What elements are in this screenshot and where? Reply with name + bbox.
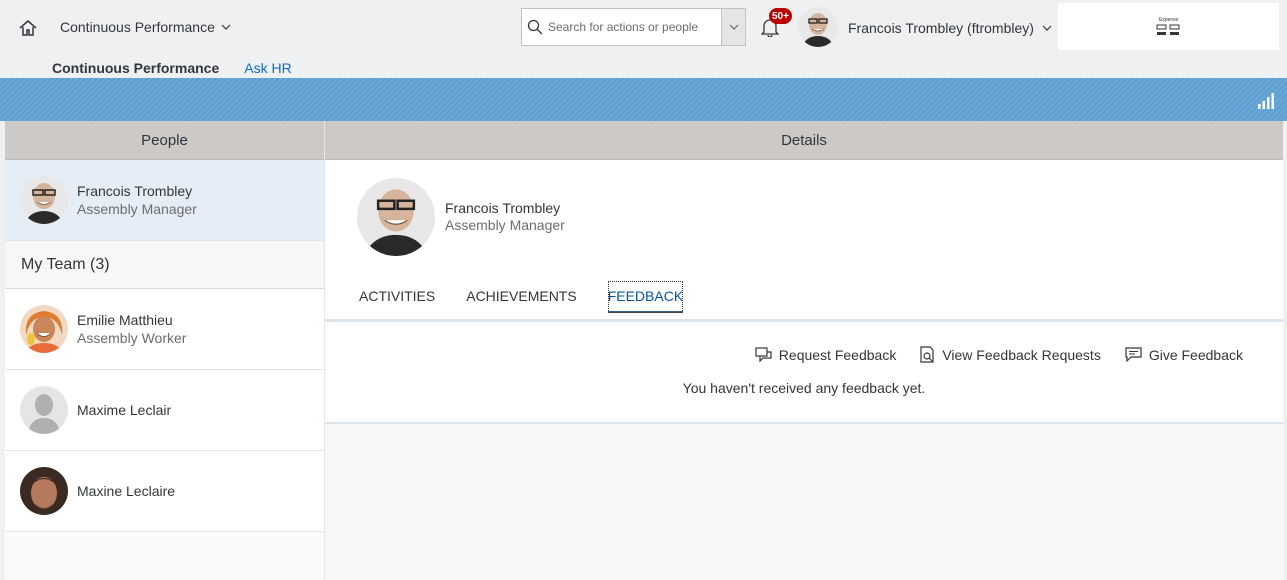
profile-avatar — [357, 178, 435, 256]
people-panel-header: People — [5, 121, 324, 160]
avatar — [20, 467, 68, 515]
logo-mark-icon — [1156, 24, 1179, 35]
bar-chart-icon[interactable] — [1257, 93, 1275, 109]
profile-role: Assembly Manager — [445, 217, 565, 233]
user-display-name: Francois Trombley (ftrombley) — [848, 20, 1034, 36]
people-panel: People Francois Trombley Assembly Manage… — [5, 121, 325, 580]
chevron-down-icon — [221, 24, 231, 30]
details-panel-header: Details — [325, 121, 1283, 160]
search-icon[interactable] — [522, 9, 548, 45]
chevron-down-icon — [729, 24, 738, 30]
request-feedback-icon — [755, 346, 772, 362]
home-icon[interactable] — [14, 14, 42, 42]
view-feedback-requests-label: View Feedback Requests — [942, 346, 1101, 363]
page-banner — [0, 78, 1287, 121]
search-box — [521, 8, 746, 46]
person-name: Maxine Leclaire — [77, 483, 176, 499]
details-panel: Details Francois Trombley Assembly Manag… — [325, 121, 1283, 580]
tab-activities[interactable]: ACTIVITIES — [359, 281, 435, 319]
person-role: Assembly Manager — [77, 201, 197, 217]
avatar — [20, 176, 68, 224]
give-feedback-label: Give Feedback — [1148, 346, 1243, 363]
person-row-maxime[interactable]: Maxime Leclair — [5, 370, 324, 451]
app-title: Continuous Performance — [60, 19, 215, 35]
sub-navigation: Continuous Performance Ask HR — [52, 60, 292, 76]
company-logo: Expense — [1058, 3, 1279, 50]
user-avatar[interactable] — [798, 7, 838, 47]
person-row-maxine[interactable]: Maxine Leclaire — [5, 451, 324, 532]
tab-feedback[interactable]: FEEDBACK — [607, 281, 684, 313]
view-feedback-requests-button[interactable]: View Feedback Requests — [920, 346, 1101, 363]
empty-feedback-message: You haven't received any feedback yet. — [682, 380, 926, 396]
details-tabs: ACTIVITIES ACHIEVEMENTS FEEDBACK — [359, 281, 714, 319]
app-title-menu[interactable]: Continuous Performance — [60, 19, 231, 35]
request-feedback-button[interactable]: Request Feedback — [755, 346, 897, 363]
tab-achievements[interactable]: ACHIEVEMENTS — [466, 281, 576, 319]
person-role: Assembly Worker — [77, 330, 187, 346]
placeholder-avatar-icon — [20, 386, 68, 434]
give-feedback-button[interactable]: Give Feedback — [1125, 346, 1243, 363]
view-requests-icon — [920, 346, 934, 363]
notification-badge: 50+ — [769, 8, 792, 24]
person-name: Francois Trombley — [77, 183, 193, 199]
person-row-self[interactable]: Francois Trombley Assembly Manager — [5, 160, 324, 241]
subnav-ask-hr-link[interactable]: Ask HR — [244, 60, 291, 76]
shell-bar: Continuous Performance 50+ Francois Trom… — [0, 0, 1287, 78]
person-row-emilie[interactable]: Emilie Matthieu Assembly Worker — [5, 289, 324, 370]
give-feedback-icon — [1125, 347, 1142, 362]
subnav-continuous-performance[interactable]: Continuous Performance — [52, 60, 219, 76]
profile-name: Francois Trombley — [445, 200, 561, 216]
person-name: Maxime Leclair — [77, 402, 172, 418]
avatar — [20, 305, 68, 353]
feedback-actions: Request Feedback View Feedback Requests … — [755, 346, 1243, 363]
user-menu[interactable]: Francois Trombley (ftrombley) — [848, 20, 1052, 36]
search-input[interactable] — [548, 10, 721, 44]
logo-caption: Expense — [1159, 17, 1179, 23]
team-group-header: My Team (3) — [5, 241, 324, 289]
request-feedback-label: Request Feedback — [778, 346, 897, 363]
feedback-content: Request Feedback View Feedback Requests … — [325, 320, 1283, 424]
person-name: Emilie Matthieu — [77, 312, 173, 328]
chevron-down-icon — [1042, 25, 1052, 31]
search-dropdown-button[interactable] — [721, 9, 745, 45]
